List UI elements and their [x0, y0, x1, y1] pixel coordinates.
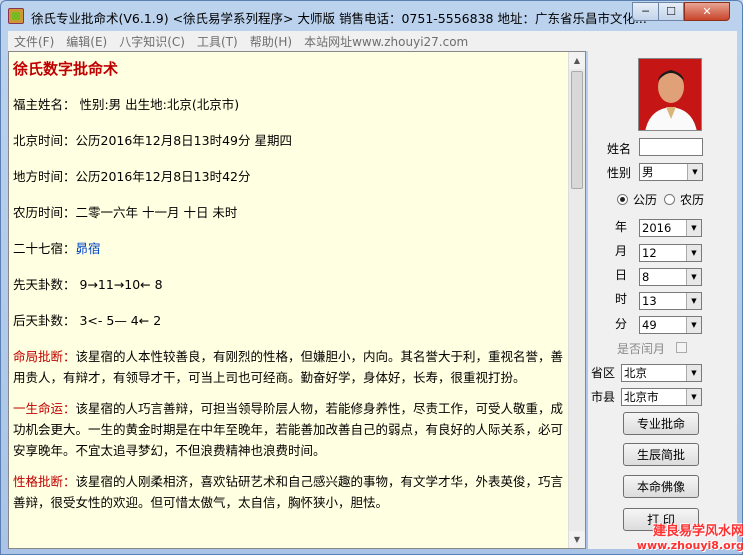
minimize-button[interactable]: ─ [632, 2, 659, 21]
master-photo [638, 58, 702, 131]
day-select[interactable]: 8 ▼ [639, 268, 702, 286]
para-label: 命局批断： [13, 349, 76, 364]
info-xiantian: 先天卦数： 9→11→10← 8 [13, 277, 163, 292]
info-lunar-time: 农历时间：二零一六年 十一月 十日 未时 [13, 205, 238, 220]
day-label: 日 [615, 268, 628, 282]
buddha-image-button[interactable]: 本命佛像 [623, 475, 699, 498]
hour-select[interactable]: 13 ▼ [639, 292, 702, 310]
gender-select[interactable]: 男 ▼ [639, 163, 703, 181]
watermark: 建良易学风水网 www.zhouyi8.org [629, 525, 743, 553]
chevron-down-icon: ▼ [686, 389, 701, 405]
para-label: 性格批断： [13, 474, 76, 489]
city-label: 市县 [591, 390, 616, 404]
scroll-down-icon[interactable]: ▼ [569, 531, 585, 548]
scroll-up-icon[interactable]: ▲ [569, 52, 585, 69]
watermark-line1: 建良易学风水网 [652, 524, 743, 539]
info-beijing-time: 北京时间：公历2016年12月8日13时49分 星期四 [13, 133, 292, 148]
para-text: 该星宿的人刚柔相济，喜欢钻研艺术和自己感兴趣的事物，有文学才华，外表英俊，巧言善… [13, 474, 564, 510]
chevron-down-icon: ▼ [686, 293, 701, 309]
chevron-down-icon: ▼ [686, 220, 701, 236]
month-select[interactable]: 12 ▼ [639, 244, 702, 262]
chevron-down-icon: ▼ [686, 365, 701, 381]
result-document[interactable]: 徐氏数字批命术 福主姓名： 性别:男 出生地:北京(北京市) 北京时间：公历20… [8, 51, 586, 549]
province-value: 北京 [624, 366, 647, 380]
name-input[interactable] [639, 138, 703, 156]
province-select[interactable]: 北京 ▼ [621, 364, 702, 382]
minute-label: 分 [615, 317, 628, 331]
year-value: 2016 [642, 221, 672, 235]
maximize-button[interactable]: ☐ [658, 2, 684, 21]
para-minju: 命局批断：该星宿的人本性较善良，有刚烈的性格，但嫌胆小，内向。其名誉大于利，重视… [13, 346, 568, 388]
app-icon [8, 8, 24, 24]
input-panel: 姓名 性别 男 ▼ 公历 农历 年 2016 ▼ 月 12 ▼ 日 8 ▼ 时 … [588, 51, 737, 549]
year-label: 年 [615, 220, 628, 234]
month-value: 12 [642, 246, 657, 260]
info-houtian: 后天卦数： 3<- 5— 4← 2 [13, 313, 162, 328]
day-value: 8 [642, 270, 650, 284]
solar-label: 公历 [633, 193, 658, 207]
province-label: 省区 [591, 366, 616, 380]
close-button[interactable]: ✕ [684, 2, 730, 21]
menu-file[interactable]: 文件(F) [8, 33, 60, 50]
menu-help[interactable]: 帮助(H) [244, 33, 298, 50]
chevron-down-icon: ▼ [686, 245, 701, 261]
leap-month-checkbox[interactable] [676, 342, 687, 353]
city-select[interactable]: 北京市 ▼ [621, 388, 702, 406]
city-value: 北京市 [624, 390, 659, 404]
gender-label: 性别 [607, 166, 632, 180]
menu-website[interactable]: 本站网址www.zhouyi27.com [298, 33, 474, 50]
para-text: 该星宿的人本性较善良，有刚烈的性格，但嫌胆小，内向。其名誉大于利，重视名誉，善用… [13, 349, 564, 385]
pro-reading-button[interactable]: 专业批命 [623, 412, 699, 435]
menu-bar: 文件(F) 编辑(E) 八字知识(C) 工具(T) 帮助(H) 本站网址www.… [8, 31, 737, 51]
scroll-thumb[interactable] [571, 71, 583, 189]
para-label: 一生命运： [13, 401, 76, 416]
para-character: 性格批断：该星宿的人刚柔相济，喜欢钻研艺术和自己感兴趣的事物，有文学才华，外表英… [13, 471, 568, 513]
title-bar: 徐氏专业批命术(V6.1.9) <徐氏易学系列程序> 大师版 销售电话：0751… [1, 1, 742, 31]
lunar-radio[interactable] [664, 194, 675, 205]
chevron-down-icon: ▼ [686, 269, 701, 285]
gender-value: 男 [642, 165, 654, 179]
month-label: 月 [615, 244, 628, 258]
chevron-down-icon: ▼ [687, 164, 702, 180]
watermark-line2: www.zhouyi8.org [636, 539, 743, 552]
xiu-value-link[interactable]: 昴宿 [76, 241, 101, 256]
leap-month-label: 是否闰月 [617, 342, 666, 356]
menu-tools[interactable]: 工具(T) [191, 33, 244, 50]
info-local-time: 地方时间：公历2016年12月8日13时42分 [13, 169, 251, 184]
window-title: 徐氏专业批命术(V6.1.9) <徐氏易学系列程序> 大师版 销售电话：0751… [31, 11, 647, 26]
minute-select[interactable]: 49 ▼ [639, 316, 702, 334]
chevron-down-icon: ▼ [686, 317, 701, 333]
minute-value: 49 [642, 318, 657, 332]
menu-bazi-knowledge[interactable]: 八字知识(C) [113, 33, 191, 50]
solar-radio[interactable] [617, 194, 628, 205]
info-name-line: 福主姓名： 性别:男 出生地:北京(北京市) [13, 97, 240, 112]
xiu-label: 二十七宿： [13, 241, 76, 256]
para-text: 该星宿的人巧言善辩，可担当领导阶层人物，若能修身养性，尽责工作，可受人敬重，成功… [13, 401, 564, 458]
menu-edit[interactable]: 编辑(E) [60, 33, 113, 50]
hour-value: 13 [642, 294, 657, 308]
vertical-scrollbar[interactable]: ▲ ▼ [568, 52, 585, 548]
hour-label: 时 [615, 292, 628, 306]
doc-title: 徐氏数字批命术 [13, 60, 119, 78]
quick-reading-button[interactable]: 生辰简批 [623, 443, 699, 466]
name-label: 姓名 [607, 142, 632, 156]
info-xiu: 二十七宿：昴宿 [13, 238, 568, 259]
para-lifetime: 一生命运：该星宿的人巧言善辩，可担当领导阶层人物，若能修身养性，尽责工作，可受人… [13, 398, 568, 461]
year-select[interactable]: 2016 ▼ [639, 219, 702, 237]
lunar-label: 农历 [680, 193, 705, 207]
app-window: 徐氏专业批命术(V6.1.9) <徐氏易学系列程序> 大师版 销售电话：0751… [0, 0, 743, 555]
